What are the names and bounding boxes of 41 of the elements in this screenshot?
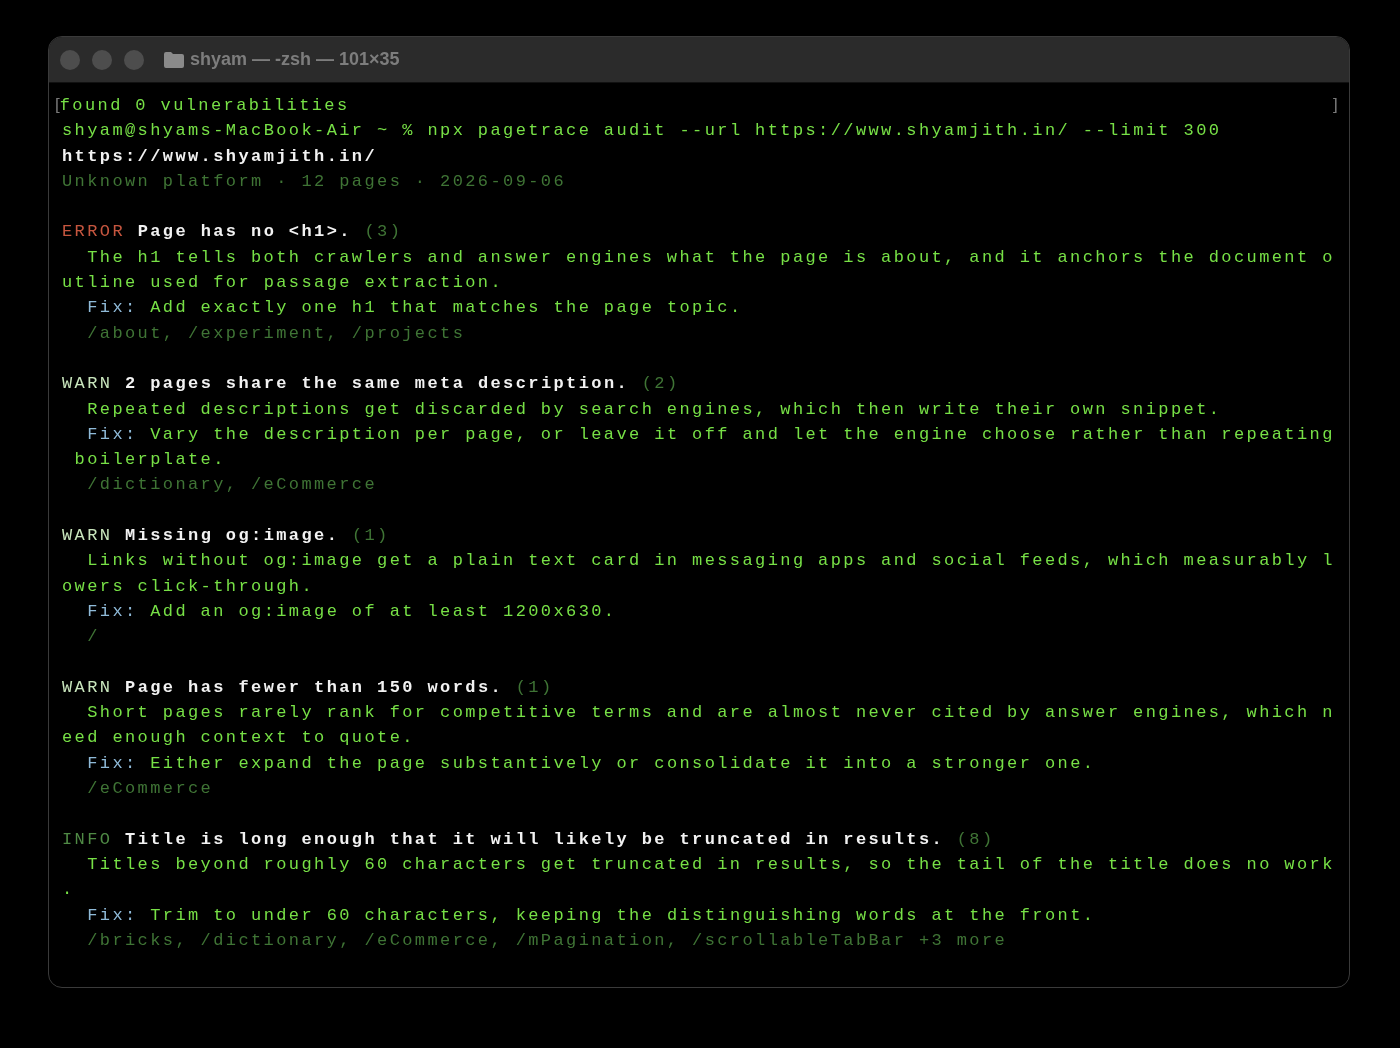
issue-count: (1) [515,677,554,697]
severity-label: WARN [62,526,113,546]
folder-icon [164,51,184,68]
fix-instruction: Fix: Vary the description per page, or leave it off and let the engine choose rather than repeating boilerplate. [73,423,1336,472]
site-url: https://www.shyamjith.in/ [62,146,378,166]
issue-count: (8) [956,829,995,849]
window-button[interactable] [124,49,144,70]
affected-paths: /bricks, /dictionary, /eCommerce, /mPagination, /scrollableTabBar +3 more [87,930,1008,950]
fix-instruction: Fix: Add exactly one h1 that matches the page topic. [86,297,744,320]
window-button[interactable] [60,49,80,70]
issue-title: Page has no <h1>. [137,222,352,242]
issue-description: Titles beyond roughly 60 characters get truncated in results, so the tail of the title does no work. [62,854,1335,900]
prompt-mark: ] [1333,94,1338,116]
fix-instruction: Fix: Add an og:image of at least 1200x630. [86,600,618,623]
issue-description: Repeated descriptions get discarded by search engines, which then write their own snippet. [87,399,1222,419]
severity-label: INFO [62,829,113,849]
issue-count: (3) [364,222,403,242]
issue-description: Links without og:image get a plain text card in messaging apps and social feeds, which measurably lowers click-through. [62,551,1335,596]
affected-paths: /dictionary, /eCommerce [87,475,378,495]
issue-title: 2 pages share the same meta description. [125,374,630,394]
issue-title: Page has fewer than 150 words. [125,677,504,697]
severity-label: ERROR [62,222,125,242]
window-button[interactable] [92,49,112,70]
issue-title: Missing og:image. [125,526,340,546]
severity-label: WARN [62,677,113,697]
affected-paths: /about, /experiment, /projects [87,323,466,343]
affected-paths: /eCommerce [87,779,214,798]
fix-instruction: Fix: Either expand the page substantively or consolidate it into a stronger one. [86,752,1097,775]
fix-instruction: Fix: Trim to under 60 characters, keeping the distinguishing words at the front. [86,904,1097,927]
issue-title: Title is long enough that it will likely be truncated in results. [125,829,945,849]
affected-paths: / [87,627,100,647]
command-line: shyam@shyams-MacBook-Air ~ % npx pagetrace audit --url https://www.shyamjith.in/ --limit 300 [62,121,1222,141]
issue-description: The h1 tells both crawlers and answer engines what the page is about, and it anchors the document outline used for passage extraction. [62,247,1335,293]
issue-count: (2) [641,374,680,394]
issue-description: Short pages rarely rank for competitive terms and are almost never cited by answer engines, which need enough context to quote. [62,703,1335,748]
severity-label: WARN [62,374,113,394]
prompt-mark: [ [55,95,60,114]
window-title: shyam — -zsh — 101×35 [190,49,400,70]
summary-line: Unknown platform · 12 pages · 2026-09-06 [62,171,567,191]
output-line: found 0 vulnerabilities [59,96,350,115]
issue-count: (1) [351,526,390,546]
